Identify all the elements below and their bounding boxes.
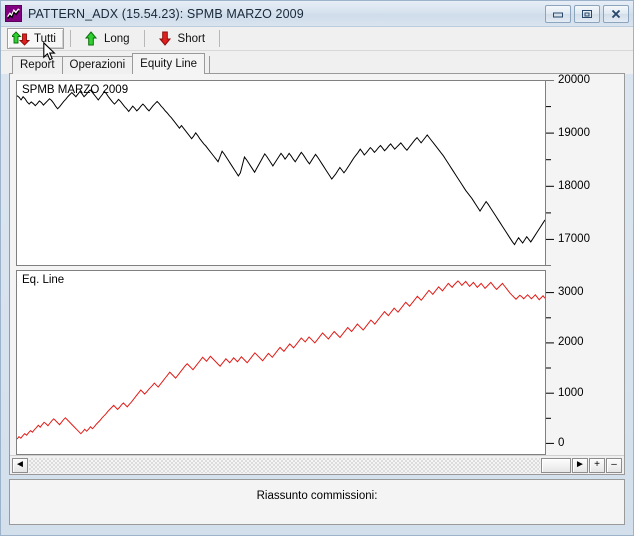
scrollbar-thumb-button[interactable] — [541, 457, 571, 473]
tab-operazioni[interactable]: Operazioni — [61, 56, 134, 74]
window-title: PATTERN_ADX (15.54.23): SPMB MARZO 2009 — [28, 6, 304, 21]
tab-strip-end-divider — [209, 56, 211, 73]
price-axis-tick-label: 18000 — [558, 180, 590, 193]
price-chart-panel: SPMB MARZO 2009 17000 18000 19000 20000 — [16, 74, 618, 266]
green-up-arrow-icon — [82, 30, 100, 47]
zoom-in-button[interactable]: + — [589, 457, 605, 473]
toolbar: Tutti Long Short — [1, 27, 633, 51]
price-axis-tick-label: 17000 — [558, 233, 590, 246]
equity-axis-tick-label: 0 — [558, 436, 565, 449]
equity-axis-tick-label: 3000 — [558, 286, 584, 299]
toolbar-label-long: Long — [103, 32, 130, 45]
toolbar-separator-1 — [69, 30, 71, 47]
scrollbar-track[interactable] — [29, 457, 540, 473]
toolbar-label-tutti: Tutti — [34, 32, 56, 45]
equity-y-axis: 0 1000 2000 3000 — [546, 269, 618, 455]
equity-plot-area[interactable]: Eq. Line — [16, 269, 546, 455]
tab-report-label: Report — [20, 59, 55, 71]
tab-report[interactable]: Report — [12, 56, 63, 74]
equity-axis-tick-label: 1000 — [558, 386, 584, 399]
tab-equity-line[interactable]: Equity Line — [132, 53, 206, 74]
toolbar-button-long[interactable]: Long — [77, 28, 138, 49]
toolbar-button-short[interactable]: Short — [151, 28, 214, 49]
red-down-arrow-icon — [156, 30, 174, 47]
tab-strip: Report Operazioni Equity Line — [1, 51, 633, 74]
window-buttons — [545, 4, 631, 23]
toolbar-separator-3 — [219, 30, 221, 47]
toolbar-label-short: Short — [177, 32, 206, 45]
restore-icon[interactable] — [574, 4, 600, 23]
application-window: PATTERN_ADX (15.54.23): SPMB MARZO 2009 — [0, 0, 634, 536]
equity-series-line — [17, 271, 545, 455]
equity-axis-tick-label: 2000 — [558, 336, 584, 349]
scroll-right-button[interactable]: ► — [572, 457, 588, 473]
price-plot-area[interactable]: SPMB MARZO 2009 — [16, 80, 546, 266]
title-bar: PATTERN_ADX (15.54.23): SPMB MARZO 2009 — [1, 1, 633, 27]
price-y-axis: 17000 18000 19000 20000 — [546, 74, 618, 266]
tab-operazioni-label: Operazioni — [69, 59, 126, 71]
tab-equity-line-label: Equity Line — [140, 58, 198, 70]
toolbar-button-tutti[interactable]: Tutti — [7, 28, 64, 49]
zoom-out-button[interactable]: – — [606, 457, 622, 473]
status-bar: Riassunto commissioni: — [9, 479, 625, 525]
equity-chart-panel: Eq. Line 0 1000 2000 3000 — [16, 269, 618, 455]
chart-line-icon — [5, 5, 22, 22]
price-axis-tick-label: 19000 — [558, 127, 590, 140]
tab-content-equity-line: SPMB MARZO 2009 17000 18000 19000 20000 Eq.… — [9, 74, 625, 475]
close-icon[interactable] — [603, 4, 629, 23]
scroll-left-button[interactable]: ◄ — [12, 457, 28, 473]
up-down-arrows-icon — [12, 30, 30, 47]
charts-container: SPMB MARZO 2009 17000 18000 19000 20000 Eq.… — [10, 74, 624, 455]
price-series-line — [17, 81, 545, 265]
status-text: Riassunto commissioni: — [256, 490, 378, 502]
toolbar-separator-2 — [143, 30, 145, 47]
minimize-icon[interactable] — [545, 4, 571, 23]
window-bottom-padding — [1, 525, 633, 535]
screenshot-root: PATTERN_ADX (15.54.23): SPMB MARZO 2009 — [0, 0, 634, 536]
price-axis-tick-label: 20000 — [558, 74, 590, 86]
horizontal-scrollbar: ◄ ► + – — [10, 455, 624, 474]
